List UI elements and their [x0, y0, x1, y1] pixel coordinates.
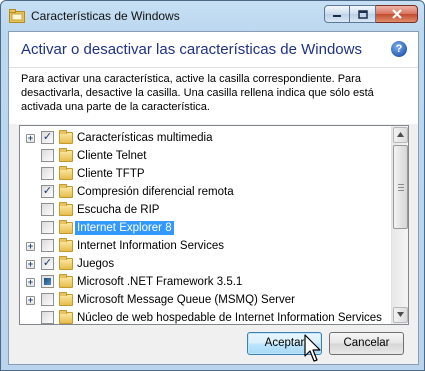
feature-label[interactable]: Juegos: [75, 257, 116, 271]
minimize-button[interactable]: [324, 5, 350, 23]
feature-checkbox[interactable]: [41, 203, 54, 216]
expand-icon[interactable]: +: [26, 296, 35, 305]
feature-label[interactable]: Cliente TFTP: [75, 167, 147, 181]
feature-row[interactable]: + ✓ Juegos: [20, 255, 394, 273]
feature-row[interactable]: + Microsoft .NET Framework 3.5.1: [20, 273, 394, 291]
close-button[interactable]: [376, 5, 418, 23]
title-bar[interactable]: Características de Windows: [1, 1, 424, 31]
mouse-pointer-icon: [304, 334, 321, 362]
feature-checkbox[interactable]: ✓: [41, 131, 54, 144]
minimize-icon: [333, 15, 341, 17]
maximize-button[interactable]: [350, 5, 376, 23]
dialog-client-area: Activar o desactivar las características…: [8, 31, 419, 365]
feature-row[interactable]: Escucha de RIP: [20, 201, 394, 219]
folder-icon: [59, 202, 73, 216]
close-icon: [391, 9, 402, 19]
dialog-header: Activar o desactivar las características…: [9, 32, 418, 68]
expand-icon[interactable]: +: [26, 260, 35, 269]
vertical-scrollbar[interactable]: [391, 126, 408, 324]
page-title: Activar o desactivar las características…: [21, 41, 362, 58]
help-icon[interactable]: ?: [391, 41, 407, 57]
maximize-icon: [357, 9, 368, 19]
feature-label[interactable]: Escucha de RIP: [75, 203, 161, 217]
window-title: Características de Windows: [31, 9, 180, 23]
feature-row[interactable]: + Internet Information Services: [20, 237, 394, 255]
feature-label[interactable]: Núcleo de web hospedable de Internet Inf…: [75, 311, 384, 324]
scroll-up-button[interactable]: [393, 127, 408, 143]
feature-row[interactable]: + ✓ Características multimedia: [20, 129, 394, 147]
scroll-thumb[interactable]: [393, 145, 408, 229]
feature-checkbox[interactable]: [41, 149, 54, 162]
feature-label[interactable]: Cliente Telnet: [75, 149, 148, 163]
feature-checkbox[interactable]: [41, 293, 54, 306]
folder-icon: [59, 256, 73, 270]
folder-icon: [59, 148, 73, 162]
arrow-up-icon: [397, 132, 404, 137]
expand-icon[interactable]: +: [26, 278, 35, 287]
feature-row[interactable]: Cliente Telnet: [20, 147, 394, 165]
feature-label[interactable]: Microsoft .NET Framework 3.5.1: [75, 275, 244, 289]
folder-icon: [59, 184, 73, 198]
feature-row[interactable]: Cliente TFTP: [20, 165, 394, 183]
instructions-text: Para activar una característica, active …: [9, 68, 418, 124]
folder-icon: [59, 238, 73, 252]
feature-label[interactable]: Internet Information Services: [75, 239, 226, 253]
feature-checkbox[interactable]: [41, 167, 54, 180]
feature-checkbox[interactable]: [41, 275, 54, 288]
folder-icon: [59, 292, 73, 306]
feature-checkbox[interactable]: [41, 221, 54, 234]
expand-icon[interactable]: +: [26, 134, 35, 143]
folder-icon: [59, 166, 73, 180]
grip-icon: [398, 184, 404, 191]
feature-checkbox[interactable]: ✓: [41, 185, 54, 198]
feature-label[interactable]: Internet Explorer 8: [75, 221, 174, 235]
folder-icon: [59, 310, 73, 324]
feature-row[interactable]: Núcleo de web hospedable de Internet Inf…: [20, 309, 394, 324]
feature-row[interactable]: ✓ Compresión diferencial remota: [20, 183, 394, 201]
dialog-window: Características de Windows Activar o des…: [0, 0, 425, 371]
feature-label[interactable]: Microsoft Message Queue (MSMQ) Server: [75, 293, 297, 307]
feature-label[interactable]: Compresión diferencial remota: [75, 185, 236, 199]
folder-icon: [59, 274, 73, 288]
windows-features-icon: [9, 9, 25, 23]
feature-checkbox[interactable]: ✓: [41, 257, 54, 270]
folder-icon: [59, 220, 73, 234]
expand-icon[interactable]: +: [26, 242, 35, 251]
feature-label[interactable]: Características multimedia: [75, 131, 214, 145]
folder-icon: [59, 130, 73, 144]
scroll-down-button[interactable]: [393, 307, 408, 323]
feature-checkbox[interactable]: [41, 239, 54, 252]
feature-row[interactable]: Internet Explorer 8: [20, 219, 394, 237]
feature-checkbox[interactable]: [41, 311, 54, 324]
features-tree[interactable]: + ✓ Características multimedia Cliente Teln…: [19, 125, 409, 325]
cancel-button[interactable]: Cancelar: [329, 332, 404, 355]
window-controls: [324, 5, 418, 23]
feature-row[interactable]: + Microsoft Message Queue (MSMQ) Server: [20, 291, 394, 309]
arrow-down-icon: [397, 312, 404, 317]
